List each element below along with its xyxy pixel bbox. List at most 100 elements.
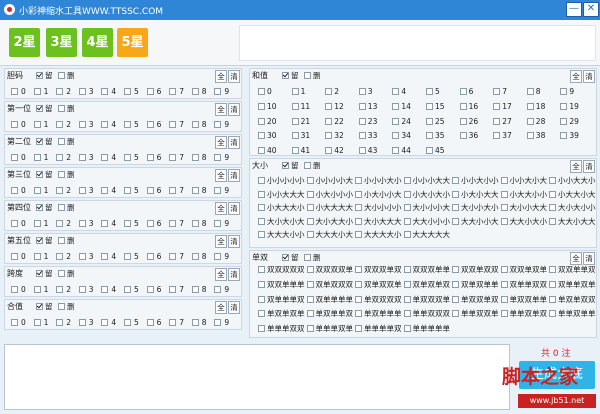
digit-checkbox[interactable]	[124, 88, 131, 95]
hezhi-checkbox[interactable]	[258, 88, 265, 95]
hezhi-checkbox[interactable]	[493, 132, 501, 140]
hezhi-checkbox[interactable]	[258, 117, 265, 125]
hezhi-checkbox[interactable]	[325, 102, 333, 110]
clear-button[interactable]: 清	[228, 70, 240, 83]
hezhi-checkbox[interactable]	[526, 117, 534, 125]
digit-checkbox[interactable]	[78, 220, 86, 227]
daxiao-checkbox[interactable]	[500, 177, 508, 184]
minimize-button[interactable]: —	[566, 2, 582, 17]
danshuang-checkbox[interactable]	[355, 295, 362, 303]
daxiao-checkbox[interactable]	[258, 177, 265, 184]
hezhi-checkbox[interactable]	[560, 88, 568, 95]
digit-checkbox[interactable]	[56, 286, 64, 293]
daxiao-checkbox[interactable]	[549, 190, 556, 198]
digit-checkbox[interactable]	[214, 121, 222, 128]
digit-checkbox[interactable]	[124, 253, 131, 260]
clear-button[interactable]: 清	[583, 160, 595, 173]
digit-checkbox[interactable]	[146, 187, 154, 194]
keep-checkbox[interactable]	[36, 138, 43, 145]
digit-checkbox[interactable]	[33, 88, 41, 95]
hezhi-checkbox[interactable]	[325, 88, 333, 95]
digit-checkbox[interactable]	[33, 253, 41, 260]
digit-checkbox[interactable]	[214, 187, 222, 194]
digit-checkbox[interactable]	[78, 121, 86, 128]
hezhi-checkbox[interactable]	[291, 132, 299, 140]
digit-checkbox[interactable]	[101, 220, 109, 227]
result-textarea[interactable]	[4, 344, 510, 410]
delete-checkbox[interactable]	[304, 254, 311, 261]
danshuang-checkbox[interactable]	[403, 325, 411, 333]
danshuang-checkbox[interactable]	[306, 266, 314, 273]
danshuang-checkbox[interactable]	[403, 266, 411, 273]
select-all-button[interactable]: 全	[570, 252, 582, 265]
digit-checkbox[interactable]	[33, 286, 41, 293]
keep-checkbox[interactable]	[282, 162, 289, 169]
daxiao-checkbox[interactable]	[500, 217, 508, 225]
hezhi-checkbox[interactable]	[258, 102, 265, 110]
danshuang-checkbox[interactable]	[403, 310, 411, 318]
digit-checkbox[interactable]	[146, 253, 154, 260]
digit-checkbox[interactable]	[101, 154, 109, 161]
hezhi-checkbox[interactable]	[358, 102, 366, 110]
delete-checkbox[interactable]	[58, 171, 65, 178]
digit-checkbox[interactable]	[11, 121, 18, 128]
danshuang-checkbox[interactable]	[500, 310, 508, 318]
hezhi-checkbox[interactable]	[560, 132, 568, 140]
digit-checkbox[interactable]	[11, 286, 18, 293]
digit-checkbox[interactable]	[33, 220, 41, 227]
digit-checkbox[interactable]	[78, 253, 86, 260]
delete-checkbox[interactable]	[58, 303, 65, 310]
select-all-button[interactable]: 全	[215, 169, 227, 182]
hezhi-checkbox[interactable]	[392, 102, 400, 110]
clear-button[interactable]: 清	[228, 235, 240, 248]
danshuang-checkbox[interactable]	[452, 266, 459, 273]
danshuang-checkbox[interactable]	[355, 280, 362, 288]
danshuang-checkbox[interactable]	[500, 280, 508, 288]
daxiao-checkbox[interactable]	[549, 177, 556, 184]
danshuang-checkbox[interactable]	[452, 295, 459, 303]
digit-checkbox[interactable]	[33, 121, 41, 128]
hezhi-checkbox[interactable]	[426, 132, 433, 140]
digit-checkbox[interactable]	[191, 154, 199, 161]
delete-checkbox[interactable]	[58, 72, 65, 79]
daxiao-checkbox[interactable]	[403, 190, 411, 198]
danshuang-checkbox[interactable]	[549, 280, 556, 288]
hezhi-checkbox[interactable]	[426, 88, 433, 95]
hezhi-checkbox[interactable]	[358, 147, 366, 155]
select-all-button[interactable]: 全	[215, 202, 227, 215]
delete-checkbox[interactable]	[304, 162, 311, 169]
digit-checkbox[interactable]	[169, 286, 177, 293]
danshuang-checkbox[interactable]	[306, 325, 314, 333]
clear-button[interactable]: 清	[583, 252, 595, 265]
close-button[interactable]: ✕	[583, 2, 599, 17]
daxiao-checkbox[interactable]	[258, 231, 265, 239]
keep-checkbox[interactable]	[36, 303, 43, 310]
clear-button[interactable]: 清	[228, 301, 240, 314]
select-all-button[interactable]: 全	[570, 70, 582, 83]
delete-checkbox[interactable]	[304, 72, 311, 79]
hezhi-checkbox[interactable]	[459, 88, 467, 95]
hezhi-checkbox[interactable]	[358, 132, 366, 140]
digit-checkbox[interactable]	[191, 253, 199, 260]
digit-checkbox[interactable]	[101, 121, 109, 128]
hezhi-checkbox[interactable]	[258, 132, 265, 140]
delete-checkbox[interactable]	[58, 270, 65, 277]
digit-checkbox[interactable]	[78, 88, 86, 95]
hezhi-checkbox[interactable]	[493, 117, 501, 125]
hezhi-checkbox[interactable]	[291, 117, 299, 125]
digit-checkbox[interactable]	[101, 319, 109, 326]
digit-checkbox[interactable]	[78, 154, 86, 161]
daxiao-checkbox[interactable]	[355, 190, 362, 198]
hezhi-checkbox[interactable]	[526, 88, 534, 95]
danshuang-checkbox[interactable]	[355, 310, 362, 318]
digit-checkbox[interactable]	[33, 319, 41, 326]
hezhi-checkbox[interactable]	[358, 88, 366, 95]
digit-checkbox[interactable]	[169, 154, 177, 161]
danshuang-checkbox[interactable]	[403, 295, 411, 303]
keep-checkbox[interactable]	[36, 72, 43, 79]
hezhi-checkbox[interactable]	[325, 147, 333, 155]
digit-checkbox[interactable]	[101, 187, 109, 194]
select-all-button[interactable]: 全	[215, 70, 227, 83]
digit-checkbox[interactable]	[146, 121, 154, 128]
digit-checkbox[interactable]	[56, 121, 64, 128]
